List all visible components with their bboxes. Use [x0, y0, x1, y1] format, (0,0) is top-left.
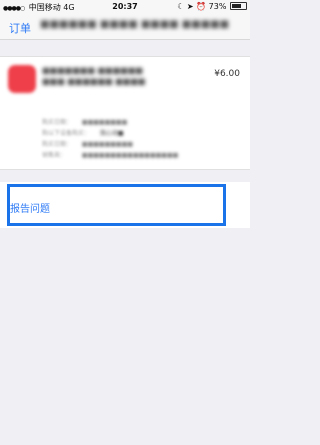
detail-label: 购以下设备购买：	[42, 130, 91, 137]
detail-label: 购买日期：	[42, 141, 73, 148]
detail-label: 购买日期：	[42, 119, 73, 126]
detail-row: 购买日期： ■■■■■■■■	[42, 117, 242, 128]
detail-value: ■■■■■■■■	[81, 119, 128, 126]
order-details: 购买日期： ■■■■■■■■ 购以下设备购买： 我心动■ 购买日期： ■■■■■…	[42, 117, 242, 161]
detail-row: 购买日期： ■■■■■■■■■	[42, 139, 242, 150]
battery-icon	[230, 2, 247, 10]
detail-row: 购以下设备购买： 我心动■	[42, 128, 242, 139]
moon-icon: ☾	[177, 2, 185, 11]
status-right: ☾ ➤ ⏰ 73%	[177, 2, 247, 11]
battery-percent: 73%	[208, 2, 227, 11]
app-name: ■■■■■■■ ■■■■■■ ■■■ ■■■■■■ ■■■■	[42, 66, 146, 86]
alarm-icon: ⏰	[196, 2, 207, 11]
navigation-bar: 订单 ■■■■■■ ■■■■ ■■■■ ■■■■■	[0, 13, 250, 40]
highlight-box	[7, 184, 226, 226]
detail-value: 我心动■	[99, 130, 124, 137]
page-title: ■■■■■■ ■■■■ ■■■■ ■■■■■	[40, 19, 230, 30]
order-card: ■■■■■■■ ■■■■■■ ■■■ ■■■■■■ ■■■■ ¥6.00 购买日…	[0, 56, 250, 170]
detail-value: ■■■■■■■■■■■■■■■■■	[81, 152, 179, 159]
detail-value: ■■■■■■■■■	[81, 141, 133, 148]
order-price: ¥6.00	[214, 69, 240, 79]
battery-fill	[232, 4, 241, 8]
status-bar: ●●●●○ 中国移动 4G 20:37 ☾ ➤ ⏰ 73%	[0, 0, 250, 13]
back-button[interactable]: 订单	[9, 20, 31, 36]
app-icon	[8, 65, 36, 93]
detail-label: 销售商：	[42, 152, 67, 159]
detail-row: 销售商： ■■■■■■■■■■■■■■■■■	[42, 150, 242, 161]
location-icon: ➤	[186, 2, 194, 11]
